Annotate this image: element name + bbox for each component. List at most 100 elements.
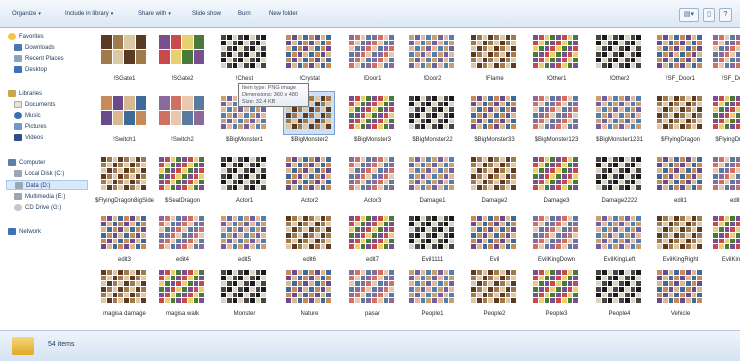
nav-multimedia[interactable]: Multimedia (E:) <box>14 192 65 202</box>
nav-network-label: Network <box>19 229 42 235</box>
nav-recent-places-label: Recent Places <box>25 56 64 62</box>
include-in-library-button[interactable]: Include in library ▾ <box>65 11 113 17</box>
view-icon: ▤▾ <box>683 11 695 18</box>
nav-local-disk[interactable]: Local Disk (C:) <box>14 169 64 179</box>
image-thumbnail <box>99 31 149 73</box>
nav-documents[interactable]: Documents <box>14 100 55 110</box>
image-thumbnail <box>469 31 519 73</box>
file-name: People4 <box>608 311 631 317</box>
nav-data-label: Data (D:) <box>26 183 51 189</box>
file-name: edit3 <box>117 257 131 263</box>
file-name: $BigMonster3 <box>353 137 392 143</box>
folder-icon <box>12 337 34 355</box>
status-bar: 54 items <box>0 330 740 361</box>
hard-drive-icon <box>15 181 23 189</box>
organize-label: Organize <box>12 11 37 17</box>
image-thumbnail <box>219 266 269 308</box>
image-thumbnail <box>711 92 740 134</box>
cd-drive-icon <box>14 203 22 211</box>
slide-show-button[interactable]: Slide show <box>192 11 221 17</box>
nav-pictures-label: Pictures <box>25 124 47 130</box>
help-button[interactable]: ? <box>719 8 732 22</box>
nav-computer[interactable]: Computer <box>8 158 45 168</box>
image-thumbnail <box>157 212 207 254</box>
nav-favorites-label: Favorites <box>19 34 44 40</box>
image-thumbnail <box>157 92 207 134</box>
share-with-button[interactable]: Share with ▾ <box>138 11 171 17</box>
nav-documents-label: Documents <box>25 102 56 108</box>
image-thumbnail <box>157 31 207 73</box>
nav-cd-drive[interactable]: CD Drive (G:) <box>14 203 61 213</box>
image-thumbnail <box>407 266 457 308</box>
file-name: magisa walk <box>165 311 199 317</box>
navigation-pane: Favorites Downloads Recent Places Deskto… <box>0 28 95 330</box>
file-name: Actor2 <box>300 198 319 204</box>
burn-button[interactable]: Burn <box>238 11 251 17</box>
image-thumbnail <box>711 212 740 254</box>
file-name: edit6 <box>302 257 316 263</box>
file-name: edit4 <box>175 257 189 263</box>
image-thumbnail <box>99 153 149 195</box>
item-count: 54 items <box>48 341 75 348</box>
file-name: Evil1111 <box>421 257 444 263</box>
downloads-folder-icon <box>14 43 22 51</box>
nav-videos[interactable]: Videos <box>14 133 43 143</box>
image-thumbnail <box>655 31 705 73</box>
nav-multimedia-label: Multimedia (E:) <box>25 194 66 200</box>
image-thumbnail <box>99 212 149 254</box>
nav-network[interactable]: Network <box>8 227 41 237</box>
hard-drive-icon <box>14 192 22 200</box>
computer-icon <box>8 158 16 166</box>
image-thumbnail <box>469 92 519 134</box>
file-name: Damage2222 <box>601 198 638 204</box>
new-folder-button[interactable]: New folder <box>269 11 298 17</box>
file-name: Damage3 <box>543 198 570 204</box>
image-thumbnail <box>347 31 397 73</box>
file-name: EvilKingUp <box>721 257 740 263</box>
star-icon <box>8 32 16 40</box>
image-thumbnail <box>219 153 269 195</box>
nav-favorites[interactable]: Favorites <box>8 32 44 42</box>
file-name: pasar <box>364 311 380 317</box>
file-name: $BigMonster1231 <box>595 137 644 143</box>
file-name: $SealDragon <box>164 198 201 204</box>
image-thumbnail <box>655 92 705 134</box>
image-thumbnail <box>99 266 149 308</box>
file-name: EvilKingRight <box>662 257 699 263</box>
image-thumbnail <box>531 153 581 195</box>
nav-recent-places[interactable]: Recent Places <box>14 54 64 64</box>
preview-pane-button[interactable]: ▯ <box>703 8 715 22</box>
file-name: !SGate1 <box>113 76 136 82</box>
image-thumbnail <box>284 31 334 73</box>
item-tooltip: Item type: PNG image Dimensions: 360 x 4… <box>238 83 309 107</box>
share-with-label: Share with <box>138 11 167 17</box>
image-thumbnail <box>157 266 207 308</box>
file-name: Nature <box>300 311 319 317</box>
network-icon <box>8 227 16 235</box>
file-name: !Switch1 <box>113 137 136 143</box>
nav-music[interactable]: Music <box>14 111 41 121</box>
file-name: EvilKingDown <box>537 257 576 263</box>
documents-icon <box>14 100 22 108</box>
file-name: magisa damage <box>103 311 146 317</box>
nav-data-drive[interactable]: Data (D:) <box>6 180 88 190</box>
hard-drive-icon <box>14 169 22 177</box>
nav-libraries[interactable]: Libraries <box>8 89 42 99</box>
nav-downloads[interactable]: Downloads <box>14 43 55 53</box>
chevron-down-icon: ▾ <box>168 11 171 17</box>
file-name: $BigMonster22 <box>412 137 453 143</box>
file-name: !Flame <box>485 76 504 82</box>
nav-pictures[interactable]: Pictures <box>14 122 47 132</box>
file-name: !Door1 <box>363 76 382 82</box>
chevron-down-icon: ▾ <box>38 11 41 17</box>
image-thumbnail <box>469 266 519 308</box>
organize-button[interactable]: Organize ▾ <box>12 11 41 17</box>
nav-cd-drive-label: CD Drive (G:) <box>25 205 62 211</box>
image-thumbnail <box>655 153 705 195</box>
image-thumbnail <box>594 266 644 308</box>
nav-desktop[interactable]: Desktop <box>14 65 47 75</box>
change-view-button[interactable]: ▤▾ <box>679 8 699 22</box>
file-name: Evil <box>489 257 500 263</box>
file-name: $BigMonster123 <box>534 137 579 143</box>
file-name: edit5 <box>237 257 251 263</box>
